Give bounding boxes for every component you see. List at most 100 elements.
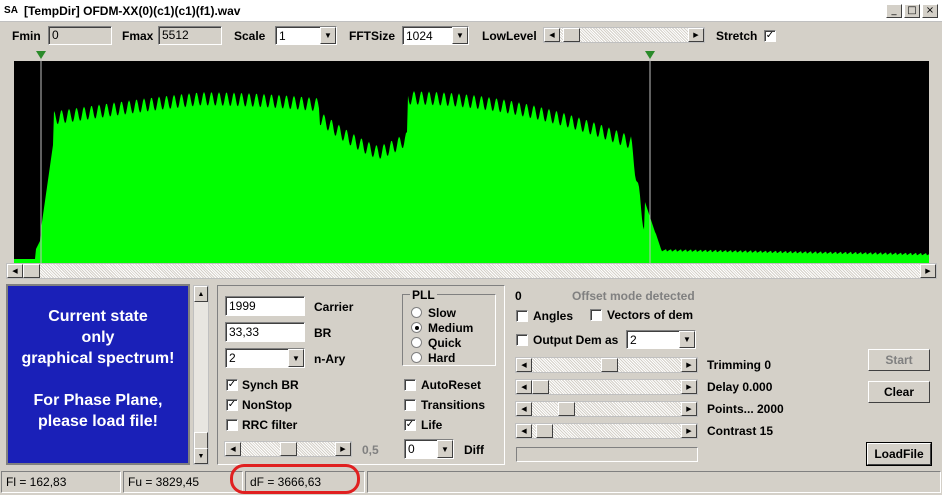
maximize-button[interactable]: □: [904, 4, 920, 18]
scroll-down-icon[interactable]: ▼: [194, 448, 208, 464]
spectrum-scroll-track[interactable]: [23, 264, 920, 278]
pll-radio-quick[interactable]: [411, 337, 422, 348]
spectrum-plot[interactable]: [6, 49, 937, 263]
app-icon: SA: [4, 5, 18, 16]
spectrum-scroll-thumb[interactable]: [23, 264, 40, 278]
scroll-right-icon[interactable]: ▶: [681, 358, 697, 372]
points-thumb[interactable]: [558, 402, 575, 416]
output-dem-checkbox[interactable]: [516, 334, 528, 346]
scroll-right-icon[interactable]: ▶: [681, 402, 697, 416]
stretch-checkbox[interactable]: ✓: [764, 30, 776, 42]
fftsize-value: 1024: [406, 28, 433, 43]
scroll-left-icon[interactable]: ◀: [516, 424, 532, 438]
life-label: Life: [421, 418, 443, 432]
info-line-1: Current state: [48, 308, 148, 325]
param-slider-value: 0,5: [362, 443, 379, 457]
contrast-thumb[interactable]: [536, 424, 553, 438]
lowlevel-thumb[interactable]: [563, 28, 580, 42]
param-slider-thumb[interactable]: [280, 442, 297, 456]
pll-option-slow[interactable]: Slow: [411, 305, 473, 320]
scroll-up-icon[interactable]: ▲: [194, 286, 208, 302]
pll-option-label: Medium: [428, 320, 474, 335]
scroll-right-icon[interactable]: ▶: [920, 264, 936, 278]
diff-label: Diff: [464, 443, 484, 457]
delay-thumb[interactable]: [532, 380, 549, 394]
delay-track[interactable]: [532, 380, 681, 394]
chevron-down-icon[interactable]: ▼: [679, 331, 695, 348]
scroll-left-icon[interactable]: ◀: [7, 264, 23, 278]
points-slider[interactable]: ◀ ▶: [515, 401, 698, 417]
pll-option-medium[interactable]: Medium: [411, 320, 473, 335]
param-slider[interactable]: ◀ ▶: [224, 441, 352, 457]
angles-label: Angles: [533, 309, 574, 323]
scroll-left-icon[interactable]: ◀: [225, 442, 241, 456]
transitions-checkbox[interactable]: [404, 399, 416, 411]
vectors-of-dem-checkbox[interactable]: [590, 309, 602, 321]
scroll-left-icon[interactable]: ◀: [516, 358, 532, 372]
spectrum-scrollbar[interactable]: ◀ ▶: [6, 263, 937, 279]
lowlevel-slider[interactable]: ◀ ▶: [543, 27, 705, 43]
nary-value: 2: [229, 351, 236, 365]
scroll-right-icon[interactable]: ▶: [688, 28, 704, 42]
pll-radio-medium[interactable]: [411, 322, 422, 333]
chevron-down-icon[interactable]: ▼: [288, 349, 304, 367]
output-dem-value: 2: [630, 332, 637, 347]
chevron-down-icon[interactable]: ▼: [320, 27, 336, 44]
diff-select[interactable]: 0 ▼: [404, 439, 454, 459]
nonstop-label: NonStop: [242, 398, 292, 412]
scroll-right-icon[interactable]: ▶: [681, 424, 697, 438]
param-slider-track[interactable]: [241, 442, 335, 456]
info-vscroll[interactable]: ▲ ▼: [193, 285, 209, 465]
start-button[interactable]: Start: [868, 349, 930, 371]
title-bar: SA [TempDir] OFDM-XX(0)(c1)(c1)(f1).wav …: [0, 0, 942, 22]
points-track[interactable]: [532, 402, 681, 416]
delay-slider[interactable]: ◀ ▶: [515, 379, 698, 395]
scroll-left-icon[interactable]: ◀: [516, 380, 532, 394]
pll-radio-hard[interactable]: [411, 352, 422, 363]
close-button[interactable]: ×: [922, 4, 938, 18]
trimming-thumb[interactable]: [601, 358, 618, 372]
output-dem-select[interactable]: 2 ▼: [626, 330, 696, 349]
info-panel-frame: Current state only graphical spectrum! F…: [6, 284, 190, 465]
minimize-button[interactable]: _: [886, 4, 902, 18]
right-marker-handle: [645, 51, 655, 59]
info-line-3: graphical spectrum!: [21, 350, 175, 367]
autoreset-label: AutoReset: [421, 378, 482, 392]
output-dem-label: Output Dem as: [533, 333, 619, 347]
trimming-track[interactable]: [532, 358, 681, 372]
scroll-left-icon[interactable]: ◀: [544, 28, 560, 42]
nary-select[interactable]: 2 ▼: [225, 348, 305, 368]
chevron-down-icon[interactable]: ▼: [437, 440, 453, 458]
rrc-filter-checkbox[interactable]: [226, 419, 238, 431]
clear-button[interactable]: Clear: [868, 381, 930, 403]
stretch-label: Stretch: [716, 29, 758, 43]
contrast-track[interactable]: [532, 424, 681, 438]
scale-label: Scale: [234, 29, 266, 43]
synch-br-checkbox[interactable]: ✓: [226, 379, 238, 391]
scroll-right-icon[interactable]: ▶: [335, 442, 351, 456]
pll-option-hard[interactable]: Hard: [411, 350, 473, 365]
pll-option-quick[interactable]: Quick: [411, 335, 473, 350]
fmin-field[interactable]: 0: [48, 26, 112, 45]
fftsize-label: FFTSize: [349, 29, 396, 43]
br-input[interactable]: 33,33: [225, 322, 305, 342]
lowlevel-track[interactable]: [560, 28, 688, 42]
autoreset-checkbox[interactable]: [404, 379, 416, 391]
nonstop-checkbox[interactable]: ✓: [226, 399, 238, 411]
status-fu: Fu = 3829,45: [123, 471, 243, 493]
chevron-down-icon[interactable]: ▼: [452, 27, 468, 44]
carrier-input[interactable]: 1999: [225, 296, 305, 316]
pll-radio-slow[interactable]: [411, 307, 422, 318]
lowlevel-label: LowLevel: [482, 29, 537, 43]
loadfile-button[interactable]: LoadFile: [866, 442, 932, 466]
trimming-slider[interactable]: ◀ ▶: [515, 357, 698, 373]
fftsize-select[interactable]: 1024 ▼: [402, 26, 469, 45]
scroll-left-icon[interactable]: ◀: [516, 402, 532, 416]
scale-select[interactable]: 1 ▼: [275, 26, 337, 45]
scroll-right-icon[interactable]: ▶: [681, 380, 697, 394]
info-vscroll-thumb[interactable]: [194, 432, 208, 449]
fmax-field[interactable]: 5512: [158, 26, 222, 45]
life-checkbox[interactable]: ✓: [404, 419, 416, 431]
contrast-slider[interactable]: ◀ ▶: [515, 423, 698, 439]
angles-checkbox[interactable]: [516, 310, 528, 322]
